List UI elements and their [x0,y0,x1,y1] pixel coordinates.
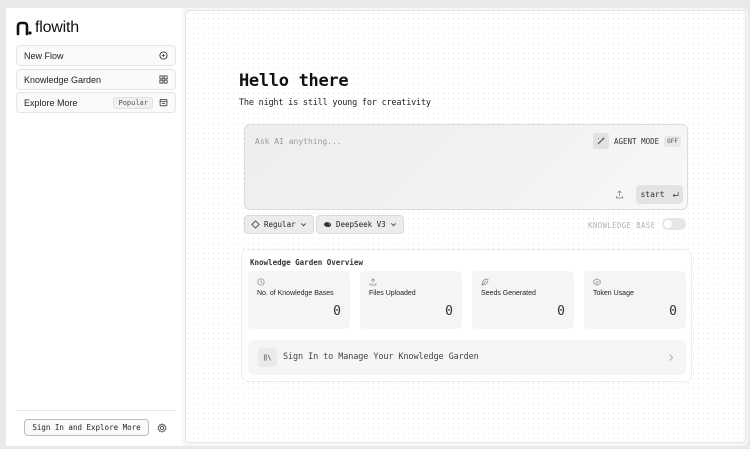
sidebar: flowith New Flow Knowledge Garden Explor… [6,8,182,446]
stat-card-files-uploaded: Files Uploaded 0 [360,271,462,329]
knowledge-garden-signin-cta[interactable]: Sign In to Manage Your Knowledge Garden [248,340,686,375]
sidebar-item-label: Explore More [24,97,78,108]
stat-value: 0 [669,304,677,319]
stat-value: 0 [557,304,565,319]
stat-label: Files Uploaded [369,290,416,297]
upload-button[interactable] [608,184,630,204]
popular-badge: Popular [113,96,153,109]
sidebar-item-label: Knowledge Garden [24,74,102,85]
sidebar-item-knowledge-garden[interactable]: Knowledge Garden [16,69,176,90]
sidebar-divider [16,410,176,411]
stat-label: No. of Knowledge Bases [257,290,334,297]
diamond-icon [251,220,260,229]
main-panel: Hello there The night is still young for… [185,10,746,443]
prompt-placeholder: Ask AI anything... [255,137,342,146]
model-selector[interactable]: DeepSeek V3 [316,215,404,234]
library-icon [263,354,272,361]
model-selector-label: DeepSeek V3 [336,220,386,229]
gear-icon[interactable] [157,423,167,433]
stat-label: Token Usage [593,290,634,297]
stat-value: 0 [445,304,453,319]
stat-card-token-usage: Token Usage 0 [584,271,686,329]
enter-key-icon [672,191,679,197]
stat-card-seeds-generated: Seeds Generated 0 [472,271,574,329]
agent-mode-state: OFF [664,135,681,147]
knowledge-garden-overview: Knowledge Garden Overview No. of Knowled… [241,249,692,382]
library-icon-box [258,348,277,367]
sparkle-wand-icon [597,137,605,145]
flowith-logo-icon [16,21,32,36]
prompt-input[interactable]: Ask AI anything... AGENT MODE OFF start [244,124,688,210]
sign-in-button[interactable]: Sign In and Explore More [24,419,149,436]
knowledge-garden-signin-label: Sign In to Manage Your Knowledge Garden [283,352,479,362]
leaf-icon [481,278,489,286]
knowledge-garden-title: Knowledge Garden Overview [250,258,363,267]
chevron-down-icon [300,223,306,227]
mode-selector[interactable]: Regular [244,215,314,234]
app-logo[interactable]: flowith [16,19,79,37]
whale-icon [323,222,332,228]
token-icon [593,278,601,286]
sidebar-item-new-flow[interactable]: New Flow [16,45,176,66]
stat-value: 0 [333,304,341,319]
agent-icon-box [593,133,609,149]
app-name: flowith [35,19,79,36]
knowledge-base-switch[interactable] [662,218,686,230]
agent-mode-toggle[interactable]: AGENT MODE OFF [593,132,681,150]
upload-icon [369,278,377,286]
start-button-label: start [640,190,665,199]
chat-plus-icon [159,51,168,60]
sidebar-item-explore-more[interactable]: Explore More Popular [16,92,176,113]
chevron-down-icon [390,223,396,227]
stat-label: Seeds Generated [481,290,536,297]
knowledge-base-label: KNOWLEDGE BASE [588,221,656,230]
store-icon [159,98,168,107]
clock-icon [257,278,265,286]
greeting-title: Hello there [239,71,349,91]
mode-selector-label: Regular [264,220,296,229]
stat-card-knowledge-bases: No. of Knowledge Bases 0 [248,271,350,329]
agent-mode-label: AGENT MODE [614,136,660,146]
sidebar-item-label: New Flow [24,50,64,61]
chevron-right-icon [669,354,674,361]
grid-icon [159,75,168,84]
start-button[interactable]: start [636,185,683,204]
greeting-tagline: The night is still young for creativity [239,98,431,108]
upload-icon [615,189,623,198]
